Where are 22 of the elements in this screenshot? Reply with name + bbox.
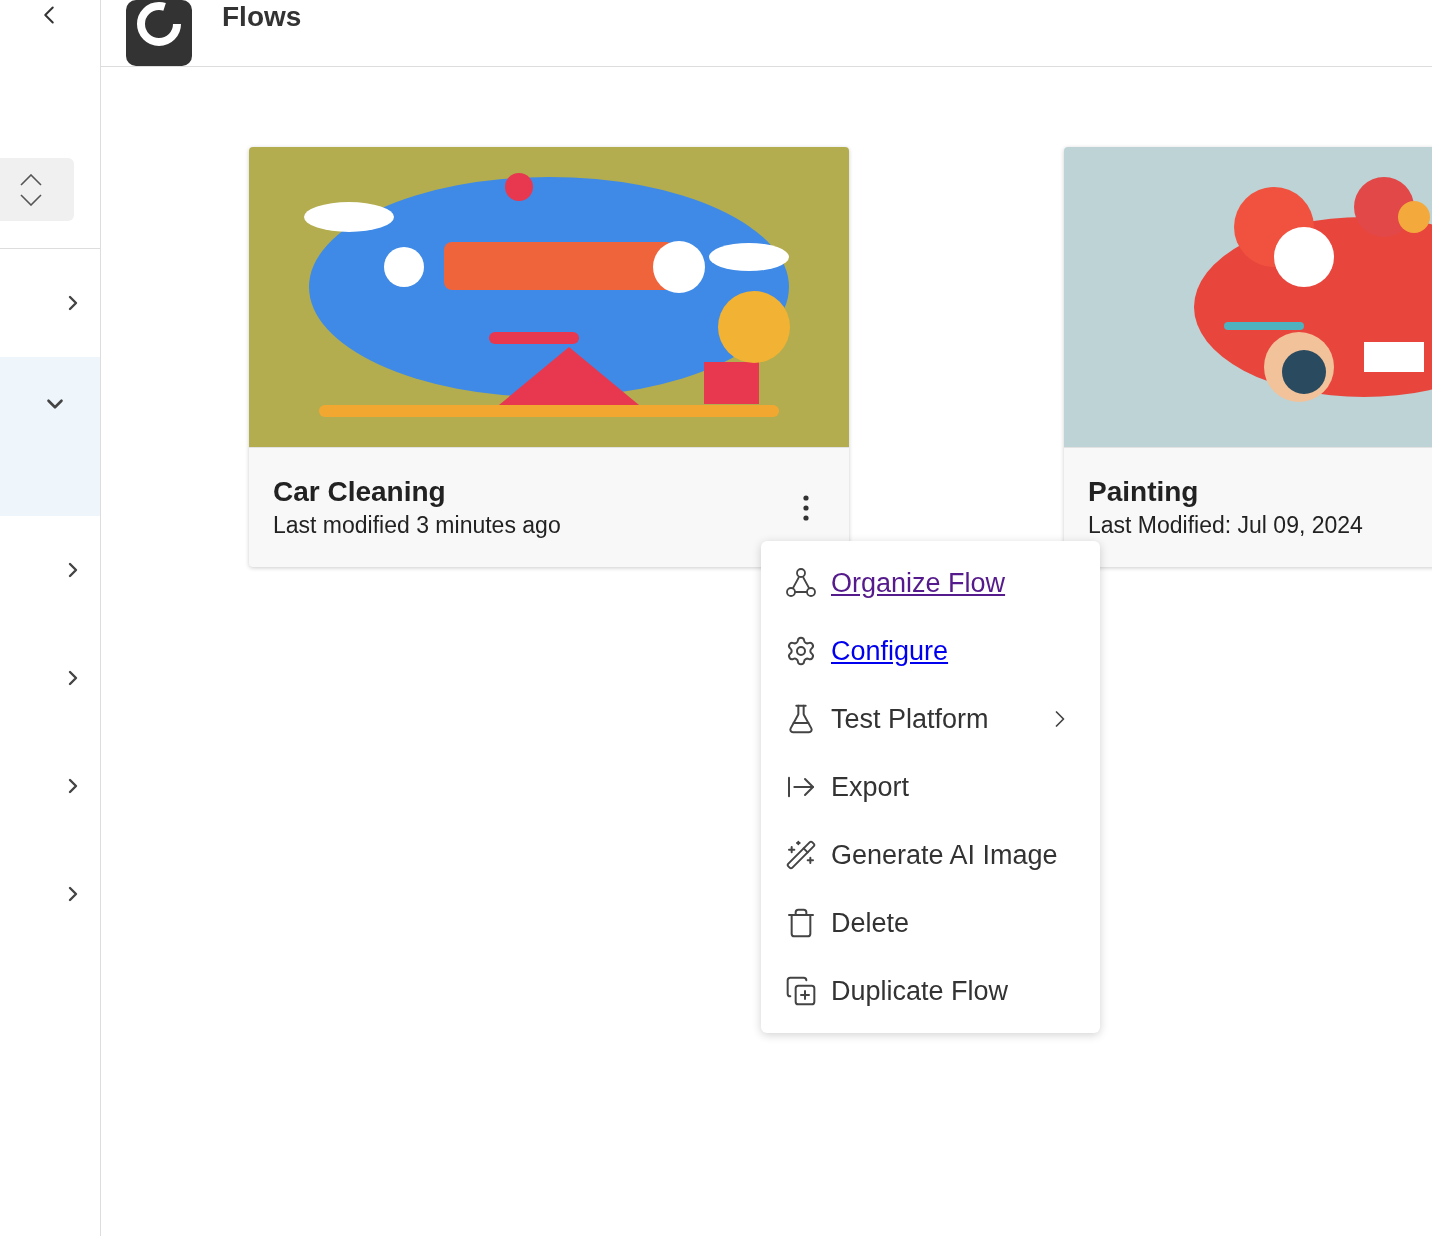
collapse-toggle-button[interactable]	[0, 158, 74, 221]
more-options-button[interactable]	[803, 494, 809, 521]
menu-link[interactable]: Organize Flow	[831, 567, 1074, 599]
app-logo	[126, 0, 192, 66]
card-title: Car Cleaning	[273, 476, 447, 508]
menu-item[interactable]: Delete	[831, 907, 1074, 939]
flow-card[interactable]: Painting Last Modified: Jul 09, 2024	[1064, 147, 1432, 567]
page-title: Flows	[222, 0, 302, 34]
nodes-icon	[785, 567, 817, 599]
magic-wand-icon	[785, 839, 817, 871]
sidebar-item[interactable]	[0, 357, 100, 516]
card-subtitle: Last modified 3 minutes ago	[273, 512, 561, 539]
menu-item[interactable]: Export	[831, 771, 1074, 803]
menu-item[interactable]: Duplicate Flow	[831, 975, 1074, 1007]
settings-icon	[785, 635, 817, 667]
menu-link[interactable]: Configure	[831, 635, 1074, 667]
menu-item[interactable]: Generate AI Image	[831, 839, 1074, 871]
up-down-chevrons-icon	[20, 173, 42, 206]
more-icon	[803, 494, 809, 521]
trash-icon	[785, 907, 817, 939]
menu-item[interactable]: Test Platform	[831, 703, 1032, 735]
duplicate-icon	[785, 975, 817, 1007]
